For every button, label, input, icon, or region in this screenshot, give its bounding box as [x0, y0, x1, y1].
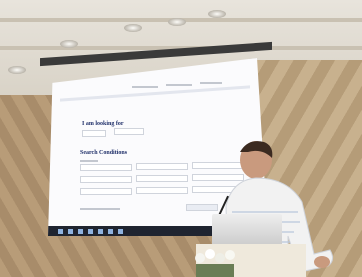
- projected-field: [80, 176, 132, 183]
- nav-link: [200, 82, 222, 84]
- presenter-hand: [314, 256, 330, 268]
- laptop: [212, 214, 282, 248]
- taskbar-app-icon: [68, 228, 73, 234]
- taskbar-app-icon: [78, 228, 83, 234]
- ceiling-downlight-icon: [60, 40, 78, 48]
- photo-frame: I am looking for Search Conditions: [0, 0, 362, 277]
- flowers: [195, 249, 235, 277]
- projected-field: [80, 188, 132, 195]
- taskbar-app-icon: [108, 228, 113, 234]
- projected-link: [80, 208, 120, 210]
- projected-button: [186, 204, 218, 211]
- flower-icon: [205, 249, 215, 259]
- projected-field-label: [80, 160, 98, 162]
- flower-icon: [225, 250, 235, 260]
- projected-heading-conditions: Search Conditions: [80, 150, 128, 156]
- nav-link: [132, 86, 158, 88]
- nav-link: [166, 84, 192, 86]
- ceiling-downlight-icon: [208, 10, 226, 18]
- flower-leaves: [196, 264, 234, 277]
- projected-field: [136, 163, 188, 170]
- taskbar-app-icon: [98, 228, 103, 234]
- projected-heading-search: I am looking for: [82, 121, 124, 127]
- projected-select: [114, 128, 144, 135]
- flower-icon: [195, 253, 205, 263]
- projected-field: [136, 187, 188, 194]
- flower-icon: [215, 253, 225, 263]
- projected-field: [80, 164, 132, 171]
- start-icon: [58, 228, 63, 234]
- ceiling-downlight-icon: [8, 66, 26, 74]
- taskbar-app-icon: [88, 228, 93, 234]
- taskbar-app-icon: [118, 228, 123, 234]
- projected-select: [82, 130, 106, 137]
- ceiling-downlight-icon: [124, 24, 142, 32]
- projected-field: [136, 175, 188, 182]
- ceiling-downlight-icon: [168, 18, 186, 26]
